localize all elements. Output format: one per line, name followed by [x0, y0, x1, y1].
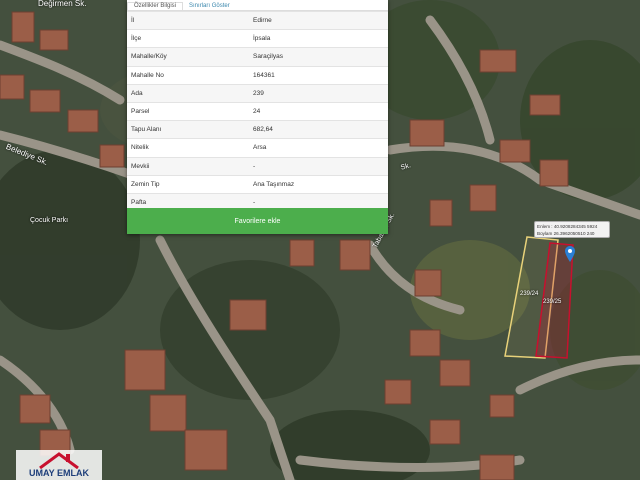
tab-features[interactable]: Özellikler Bilgisi — [127, 2, 184, 10]
info-key: Tapu Alanı — [127, 120, 249, 139]
info-key: Ada — [127, 83, 249, 103]
info-row: Nitelik Arsa — [127, 138, 388, 157]
info-row: Tapu Alanı 682,64 — [127, 120, 388, 139]
info-value: 239 — [249, 83, 388, 103]
info-row: Ada 239 — [127, 83, 388, 103]
info-value: - — [249, 156, 388, 176]
info-key: Mahalle/Köy — [127, 47, 249, 67]
logo-text: UMAY EMLAK — [28, 468, 89, 478]
parcel-label-neighbor: 239/24 — [520, 291, 539, 297]
latitude-readout: Enlem : 40.9208284345 5924 — [537, 224, 598, 229]
info-row: Mahalle/Köy Saraçilyas — [127, 47, 388, 67]
info-value: 24 — [249, 101, 388, 121]
panel-tabs: Özellikler Bilgisi Sınırları Göster — [127, 0, 388, 11]
info-key: Mahalle No — [127, 65, 249, 85]
info-row: Mevkii - — [127, 156, 388, 176]
parcel-info-table: İl Edirne İlçe İpsala Mahalle/Köy Saraçilyas M… — [127, 10, 388, 212]
longitude-readout: Boylam 26.3962050510 240 — [537, 231, 595, 236]
info-key: Parsel — [127, 101, 249, 121]
add-to-favorites-button[interactable]: Favorilere ekle — [127, 208, 388, 234]
location-pin-icon[interactable] — [565, 246, 575, 262]
info-value: Saraçilyas — [249, 47, 388, 67]
info-key: Nitelik — [127, 138, 249, 157]
info-row: Mahalle No 164361 — [127, 65, 388, 85]
info-value: 682,64 — [249, 120, 388, 139]
info-key: İlçe — [127, 29, 249, 48]
house-roof-icon — [39, 452, 79, 469]
info-value: İpsala — [249, 29, 388, 48]
parcel-label-selected: 239/25 — [543, 299, 562, 305]
company-logo: UMAY EMLAK — [16, 450, 102, 480]
info-value: Edirne — [249, 10, 388, 30]
info-row: İl Edirne — [127, 10, 388, 30]
info-row: Parsel 24 — [127, 101, 388, 121]
street-label: Değirmen Sk. — [38, 0, 87, 8]
park-label: Çocuk Parkı — [30, 217, 69, 224]
info-value: 164361 — [249, 65, 388, 85]
tab-show-boundaries[interactable]: Sınırları Göster — [183, 3, 236, 10]
info-row: İlçe İpsala — [127, 29, 388, 48]
info-key: İl — [127, 10, 249, 30]
info-value: Arsa — [249, 138, 388, 157]
info-value: Ana Taşınmaz — [249, 174, 388, 194]
info-key: Mevkii — [127, 156, 249, 176]
parcel-info-panel: Özellikler Bilgisi Sınırları Göster İl Ed… — [127, 0, 388, 234]
info-row: Zemin Tip Ana Taşınmaz — [127, 174, 388, 194]
info-key: Zemin Tip — [127, 174, 249, 194]
coordinate-popup: Enlem : 40.9208284345 5924 Boylam 26.396… — [534, 221, 610, 238]
